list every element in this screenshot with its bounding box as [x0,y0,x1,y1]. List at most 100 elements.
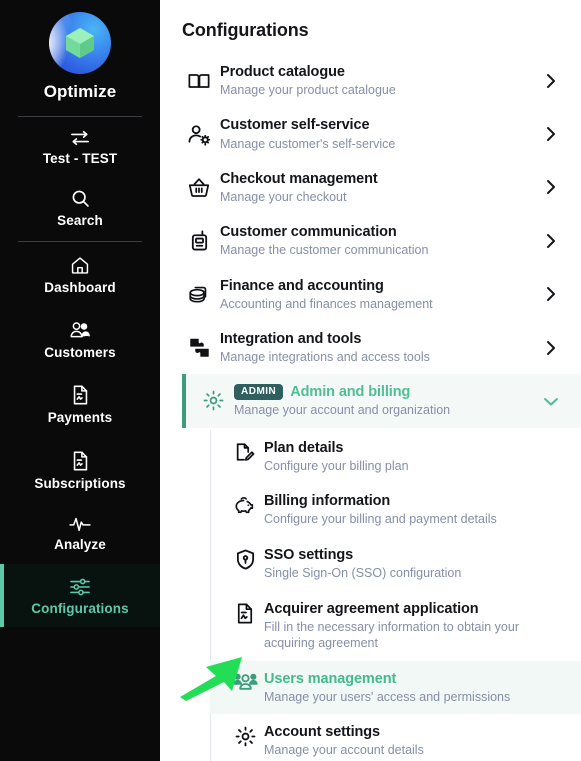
page-title: Configurations [182,20,309,40]
config-row-integration-and-tools[interactable]: Integration and tools Manage integration… [160,321,581,374]
submenu-row-subtitle: Configure your billing and payment detai… [264,512,497,527]
chevron-right-icon[interactable] [537,231,565,251]
config-row-text: Integration and tools Manage integration… [216,330,537,365]
sidebar-item-label: Search [57,212,103,228]
submenu-row-title: Acquirer agreement application [264,600,479,617]
admin-submenu: Plan details Configure your billing plan… [160,429,581,761]
chevron-right-icon[interactable] [537,284,565,304]
user-group-icon [228,670,262,693]
basket-icon [182,176,216,199]
users-icon [70,321,90,337]
config-row-checkout-management[interactable]: Checkout management Manage your checkout [160,161,581,214]
config-row-admin-and-billing[interactable]: ADMIN Admin and billing Manage your acco… [182,374,581,429]
config-row-subtitle: Manage your checkout [220,189,347,204]
submenu-row-title: Billing information [264,493,391,510]
submenu-row-title: Account settings [264,724,381,741]
sidebar-item-customers[interactable]: Customers [0,307,160,372]
submenu-row-subtitle: Manage your account details [264,743,424,758]
sidebar: Optimize Test - TEST Search Dashboard Cu… [0,0,160,761]
sidebar-item-dashboard[interactable]: Dashboard [0,242,160,307]
chevron-down-icon[interactable] [537,394,565,408]
submenu-row-acquirer-agreement-application[interactable]: Acquirer agreement application Fill in t… [210,591,581,661]
submenu-row-text: Users management Manage your users' acce… [262,670,565,706]
sidebar-item-label: Subscriptions [34,475,126,491]
submenu-row-text: Account settings Manage your account det… [262,723,565,759]
config-row-customer-self-service[interactable]: Customer self-service Manage customer's … [160,107,581,160]
submenu-row-subtitle: Single Sign-On (SSO) configuration [264,566,462,580]
config-row-subtitle: Manage your product catalogue [220,83,396,98]
submenu-row-text: SSO settings Single Sign-On (SSO) config… [262,546,565,582]
submenu-row-subtitle: Manage your users' access and permission… [264,689,511,704]
submenu-row-subtitle: Fill in the necessary information to obt… [264,619,519,651]
sidebar-item-label: Dashboard [44,280,116,295]
app-root: Optimize Test - TEST Search Dashboard Cu… [0,0,581,761]
home-icon [71,257,89,274]
config-row-text: Checkout management Manage your checkout [216,170,537,205]
sidebar-item-label: Analyze [54,537,106,552]
submenu-row-subtitle: Configure your billing plan [264,458,409,473]
config-row-subtitle: Manage the customer communication [220,243,429,258]
sidebar-item-search[interactable]: Search [0,176,160,238]
sidebar-item-subscriptions[interactable]: Subscriptions [0,437,160,503]
radio-icon [182,229,216,252]
submenu-row-billing-information[interactable]: Billing information Configure your billi… [210,483,581,537]
config-row-text: Finance and accounting Accounting and fi… [216,277,537,312]
submenu-row-sso-settings[interactable]: SSO settings Single Sign-On (SSO) config… [210,537,581,591]
config-row-customer-communication[interactable]: Customer communication Manage the custom… [160,214,581,267]
config-row-subtitle: Manage your account and organization [234,403,451,418]
user-gear-icon [182,123,216,146]
submenu-row-title: SSO settings [264,546,354,563]
chevron-right-icon[interactable] [537,338,565,358]
chevron-right-icon[interactable] [537,124,565,144]
config-row-text: Product catalogue Manage your product ca… [216,63,537,98]
shield-key-icon [228,546,262,571]
configurations-list: Product catalogue Manage your product ca… [160,54,581,761]
config-row-title: Integration and tools [220,330,362,347]
document-signature-icon [228,600,262,625]
submenu-row-account-settings[interactable]: Account settings Manage your account det… [210,714,581,761]
sidebar-item-configurations[interactable]: Configurations [0,563,160,627]
coins-icon [182,283,216,306]
gear-icon [196,389,230,412]
sidebar-item-payments[interactable]: Payments [0,371,160,437]
submenu-row-text: Plan details Configure your billing plan [262,439,565,475]
swap-arrows-icon [71,130,89,146]
brand[interactable]: Optimize [0,8,160,112]
chevron-right-icon[interactable] [537,71,565,91]
sliders-icon [70,578,90,595]
config-row-finance-and-accounting[interactable]: Finance and accounting Accounting and fi… [160,268,581,321]
sidebar-item-account-switcher[interactable]: Test - TEST [0,117,160,176]
puzzle-icon [182,336,216,359]
sidebar-item-label: Payments [47,410,113,425]
config-row-title: Checkout management [220,170,378,187]
submenu-row-users-management[interactable]: Users management Manage your users' acce… [210,660,581,715]
search-icon [72,190,89,207]
status-badge: ADMIN [234,384,284,401]
config-row-subtitle: Accounting and finances management [220,296,433,311]
submenu-row-plan-details[interactable]: Plan details Configure your billing plan [210,430,581,484]
config-row-title-wrap: ADMIN Admin and billing [234,383,537,401]
config-row-subtitle: Manage customer's self-service [220,136,396,151]
config-row-text: Customer communication Manage the custom… [216,223,537,258]
piggy-bank-icon [228,492,262,516]
gear-icon [228,723,262,748]
chevron-right-icon[interactable] [537,177,565,197]
config-row-text: Customer self-service Manage customer's … [216,116,537,151]
sidebar-item-label: Configurations [31,600,129,616]
sidebar-item-label: Customers [44,344,116,360]
document-icon [73,451,87,470]
config-row-title: Customer self-service [220,117,370,134]
cube-glyph [66,28,94,58]
config-row-text: ADMIN Admin and billing Manage your acco… [230,383,537,418]
submenu-row-text: Acquirer agreement application Fill in t… [262,600,565,652]
submenu-row-title: Plan details [264,439,344,456]
sidebar-item-analyze[interactable]: Analyze [0,502,160,564]
sidebar-item-label: Test - TEST [42,151,118,166]
config-row-subtitle: Manage integrations and access tools [220,350,430,364]
brand-name: Optimize [43,82,117,101]
pulse-icon [69,517,91,532]
config-row-title: Product catalogue [220,64,345,80]
config-row-product-catalogue[interactable]: Product catalogue Manage your product ca… [160,54,581,107]
config-row-title: Customer communication [220,224,397,241]
config-row-title: Admin and billing [290,384,411,401]
